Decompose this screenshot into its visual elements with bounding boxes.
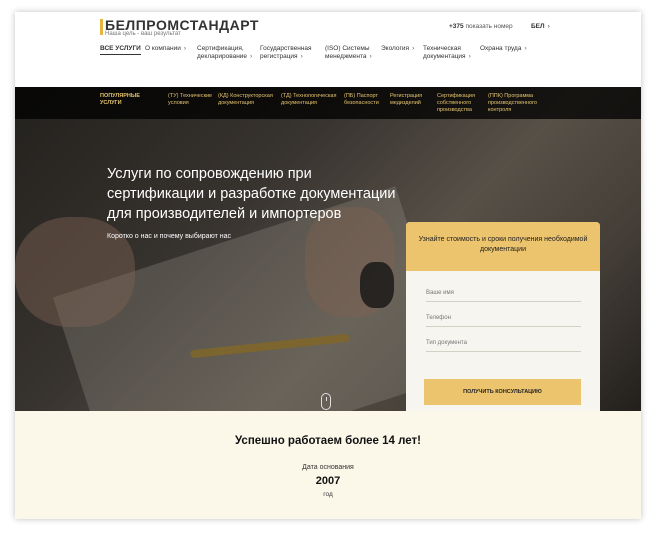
form-heading: Узнайте стоимость и сроки получения необ…	[406, 222, 600, 271]
nav-all-services[interactable]: ВСЕ УСЛУГИ	[100, 45, 141, 55]
hero-section: ПОПУЛЯРНЫЕ УСЛУГИ (ТУ) Технические услов…	[15, 87, 641, 411]
nav-tech-docs[interactable]: Техническая документация ›	[423, 45, 478, 61]
consultation-form: Узнайте стоимость и сроки получения необ…	[406, 222, 600, 411]
page-frame: БЕЛПРОМСТАНДАРТ Наша цель - ваш результа…	[15, 12, 641, 519]
hero-title: Услуги по сопровождению при сертификации…	[107, 166, 396, 222]
language-label: БЕЛ	[531, 23, 545, 30]
subnav-item[interactable]: (ТД) Технологическая документация	[281, 93, 343, 107]
main-nav: ВСЕ УСЛУГИ О компании › Сертификация, дек…	[15, 45, 641, 75]
nav-iso[interactable]: (ISO) Системы менеджмента ›	[325, 45, 380, 61]
chevron-right-icon: ›	[524, 45, 527, 52]
subnav-popular-label: ПОПУЛЯРНЫЕ УСЛУГИ	[100, 93, 140, 106]
chevron-right-icon: ›	[468, 53, 471, 60]
language-selector[interactable]: БЕЛ ›	[531, 23, 550, 30]
founding-year-unit: год	[323, 491, 333, 498]
founding-date-label: Дата основания	[302, 464, 354, 471]
subnav-item[interactable]: (КД) Конструкторская документация	[218, 93, 280, 107]
phone-field[interactable]: Телефон	[426, 307, 581, 327]
chevron-right-icon: ›	[183, 45, 187, 52]
nav-labor-safety[interactable]: Охрана труда ›	[480, 45, 527, 53]
subnav-item[interactable]: (ТУ) Технические условия	[168, 93, 216, 107]
subnav-item[interactable]: Регистрация медизделий	[390, 93, 432, 107]
document-type-field[interactable]: Тип документа	[426, 332, 581, 352]
subnav-item[interactable]: (ПБ) Паспорт безопасности	[344, 93, 386, 107]
get-consultation-button[interactable]: ПОЛУЧИТЬ КОНСУЛЬТАЦИЮ	[424, 379, 581, 405]
chevron-right-icon: ›	[369, 53, 372, 60]
nav-certification[interactable]: Сертификация, декларирование ›	[197, 45, 255, 61]
subnav-item[interactable]: Сертификация собственного производства	[437, 93, 487, 114]
chevron-right-icon: ›	[250, 53, 253, 60]
name-field[interactable]: Ваше имя	[426, 282, 581, 302]
stats-section: Успешно работаем более 14 лет! Дата осно…	[15, 411, 641, 519]
phone-block[interactable]: +375 показать номер	[449, 23, 513, 30]
scroll-mouse-icon[interactable]	[321, 393, 331, 410]
about-us-link[interactable]: Коротко о нас и почему выбирают нас	[107, 233, 231, 240]
nav-about[interactable]: О компании ›	[145, 45, 186, 53]
site-header: БЕЛПРОМСТАНДАРТ Наша цель - ваш результа…	[15, 12, 641, 87]
phone-code: +375	[449, 23, 464, 30]
logo-tagline: Наша цель - ваш результат	[105, 31, 181, 37]
nav-ecology[interactable]: Экология ›	[381, 45, 414, 53]
subnav-item[interactable]: (ППК) Программа производственного контро…	[488, 93, 550, 114]
founding-year: 2007	[315, 475, 341, 487]
stats-title: Успешно работаем более 14 лет!	[235, 435, 421, 447]
logo-mark	[100, 19, 103, 35]
nav-state-registration[interactable]: Государственная регистрация ›	[260, 45, 320, 61]
chevron-right-icon: ›	[412, 45, 415, 52]
popular-services-bar: ПОПУЛЯРНЫЕ УСЛУГИ (ТУ) Технические услов…	[15, 87, 641, 119]
show-phone-link[interactable]: показать номер	[465, 23, 512, 30]
chevron-right-icon: ›	[547, 23, 550, 30]
chevron-right-icon: ›	[300, 53, 303, 60]
